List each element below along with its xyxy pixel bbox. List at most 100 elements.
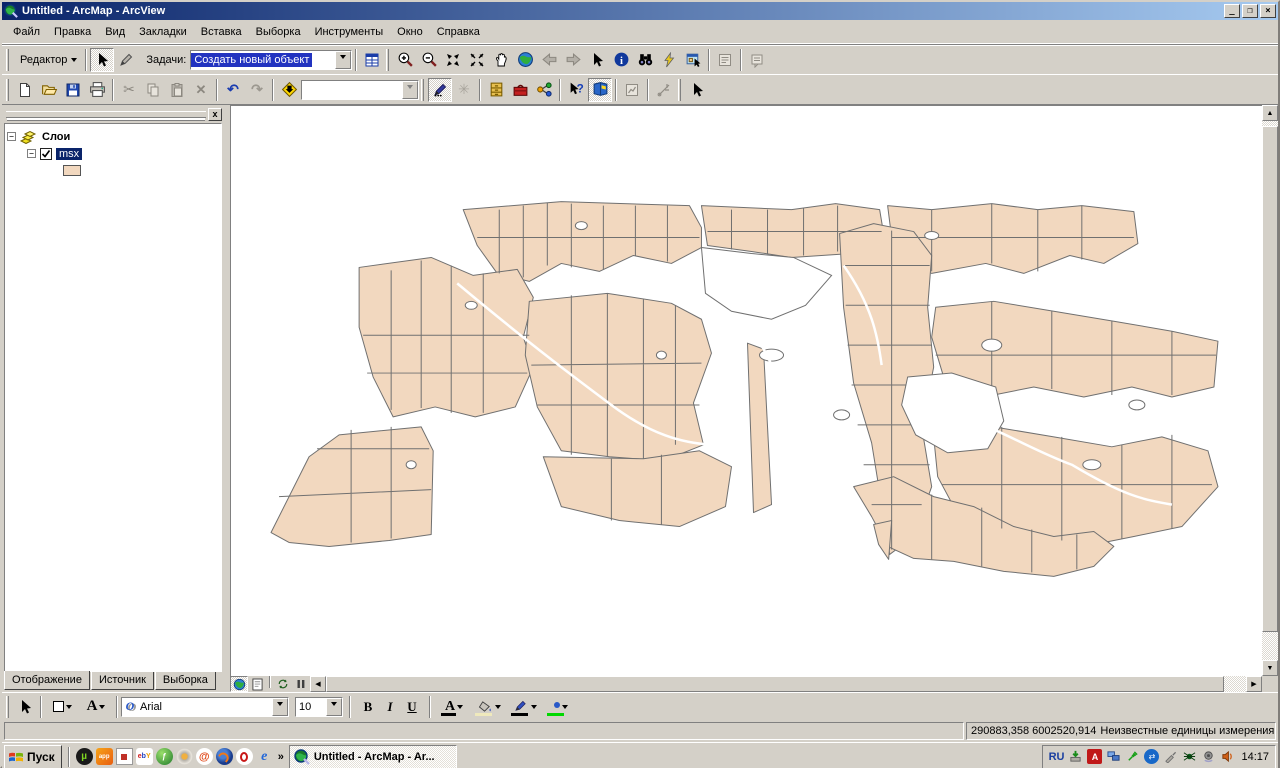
refresh-view-button[interactable] <box>274 676 292 692</box>
draw-select-button[interactable] <box>13 695 37 719</box>
restore-button[interactable]: ❐ <box>1242 4 1258 18</box>
full-extent-button[interactable] <box>513 48 537 72</box>
cd-player-icon[interactable] <box>176 748 193 765</box>
copy-button[interactable] <box>141 78 165 102</box>
menu-tools[interactable]: Инструменты <box>308 23 391 41</box>
toc-root-row[interactable]: − Слои <box>7 128 219 145</box>
edit-tool-button[interactable] <box>90 48 114 72</box>
fixed-zoom-in-button[interactable] <box>441 48 465 72</box>
font-combobox[interactable]: OO Arial <box>121 697 289 717</box>
arcmap-task-button[interactable]: Untitled - ArcMap - Ar... <box>289 745 457 768</box>
green-globe-icon[interactable]: ƒ <box>156 748 173 765</box>
standard-toolbar-grip[interactable] <box>6 79 9 101</box>
identify-button[interactable]: i <box>609 48 633 72</box>
data-view-button[interactable] <box>230 676 248 692</box>
pause-drawing-button[interactable] <box>292 676 310 692</box>
arctoolbox-button[interactable] <box>508 78 532 102</box>
close-button[interactable]: × <box>1260 4 1276 18</box>
pan-button[interactable] <box>489 48 513 72</box>
collapse-icon-layer[interactable]: − <box>27 149 36 158</box>
select-elements-button[interactable] <box>585 48 609 72</box>
horizontal-scroll-track[interactable] <box>326 676 1246 692</box>
graph-window-button[interactable] <box>620 78 644 102</box>
whats-this-button[interactable]: ? <box>564 78 588 102</box>
menu-insert[interactable]: Вставка <box>194 23 249 41</box>
editor-toolbar-grip[interactable] <box>6 49 9 71</box>
modelbuilder-button[interactable] <box>532 78 556 102</box>
line-color-button[interactable] <box>507 695 543 719</box>
power-plug-icon[interactable] <box>1125 749 1140 764</box>
menu-edit[interactable]: Правка <box>47 23 98 41</box>
snapping-button[interactable]: ✳ <box>452 78 476 102</box>
zoom-out-button[interactable] <box>417 48 441 72</box>
layer-symbol-swatch[interactable] <box>63 165 81 176</box>
toc-header[interactable]: x <box>4 107 222 121</box>
opera-icon[interactable] <box>236 748 253 765</box>
open-button[interactable] <box>37 78 61 102</box>
font-color-button[interactable]: A <box>437 695 471 719</box>
app-store-icon[interactable]: app <box>96 748 113 765</box>
audio-device-icon[interactable] <box>1201 749 1216 764</box>
delete-button[interactable]: ✕ <box>189 78 213 102</box>
add-data-button[interactable] <box>277 78 301 102</box>
menu-selection[interactable]: Выборка <box>249 23 308 41</box>
menu-bookmarks[interactable]: Закладки <box>132 23 194 41</box>
map-canvas[interactable] <box>230 105 1262 676</box>
spider-antivirus-icon[interactable] <box>1182 749 1197 764</box>
draw-shape-button[interactable] <box>45 695 79 719</box>
tab-source[interactable]: Источник <box>91 672 154 690</box>
menu-view[interactable]: Вид <box>98 23 132 41</box>
scale-combo-dropdown[interactable] <box>402 81 418 99</box>
help-contents-button[interactable] <box>588 78 612 102</box>
fill-color-button[interactable] <box>471 695 507 719</box>
redo-button[interactable]: ↷ <box>245 78 269 102</box>
editor-menu-button[interactable]: Редактор <box>13 48 82 72</box>
save-button[interactable] <box>61 78 85 102</box>
minimize-button[interactable]: _ <box>1224 4 1240 18</box>
zoom-in-button[interactable] <box>393 48 417 72</box>
volume-icon[interactable] <box>1220 749 1235 764</box>
font-size-combobox[interactable]: 10 <box>295 697 343 717</box>
toc-layer-row[interactable]: − msx <box>7 145 219 162</box>
html-popup-button[interactable] <box>745 48 769 72</box>
language-indicator[interactable]: RU <box>1049 751 1065 763</box>
quick-launch-overflow[interactable]: » <box>278 751 284 763</box>
secondary-toolbar-grip[interactable] <box>421 79 424 101</box>
menu-window[interactable]: Окно <box>390 23 430 41</box>
scroll-down-button[interactable]: ▼ <box>1262 660 1278 676</box>
vertical-scrollbar[interactable]: ▲ ▼ <box>1262 105 1278 676</box>
internet-explorer-icon[interactable]: e <box>256 748 273 765</box>
draw-toolbar-grip[interactable] <box>6 696 9 718</box>
teamviewer-icon[interactable]: ⇄ <box>1144 749 1159 764</box>
measure-button[interactable] <box>652 78 676 102</box>
scale-combobox[interactable] <box>301 80 419 100</box>
toc-close-button[interactable]: x <box>208 108 222 121</box>
network-icon[interactable] <box>1106 749 1121 764</box>
task-combobox[interactable]: Создать новый объект <box>190 50 352 70</box>
layer-name[interactable]: msx <box>56 148 82 160</box>
new-map-button[interactable] <box>13 78 37 102</box>
menu-file[interactable]: Файл <box>6 23 47 41</box>
scroll-right-button[interactable]: ▶ <box>1246 676 1262 692</box>
horizontal-scroll-thumb[interactable] <box>326 676 1224 692</box>
tools-toolbar-grip[interactable] <box>386 49 389 71</box>
marker-color-button[interactable] <box>543 695 579 719</box>
tab-selection[interactable]: Выборка <box>155 672 216 690</box>
pointer-tool-button[interactable] <box>685 78 709 102</box>
scroll-left-button[interactable]: ◀ <box>310 676 326 692</box>
font-combo-dropdown[interactable] <box>272 698 288 716</box>
cut-button[interactable]: ✂ <box>117 78 141 102</box>
mail-at-icon[interactable]: @ <box>196 748 213 765</box>
collapse-icon[interactable]: − <box>7 132 16 141</box>
select-toolbar-grip[interactable] <box>678 79 681 101</box>
underline-button[interactable]: U <box>401 695 423 719</box>
scroll-up-button[interactable]: ▲ <box>1262 105 1278 121</box>
draw-text-button[interactable]: A <box>79 695 113 719</box>
layout-view-button[interactable] <box>248 676 266 692</box>
editor-toolbar-toggle[interactable] <box>428 78 452 102</box>
ebay-icon[interactable]: ebY <box>136 748 153 765</box>
layer-visibility-checkbox[interactable] <box>40 148 52 160</box>
acrobat-icon[interactable]: A <box>1087 749 1102 764</box>
download-manager-icon[interactable] <box>1068 749 1083 764</box>
bold-button[interactable]: B <box>357 695 379 719</box>
